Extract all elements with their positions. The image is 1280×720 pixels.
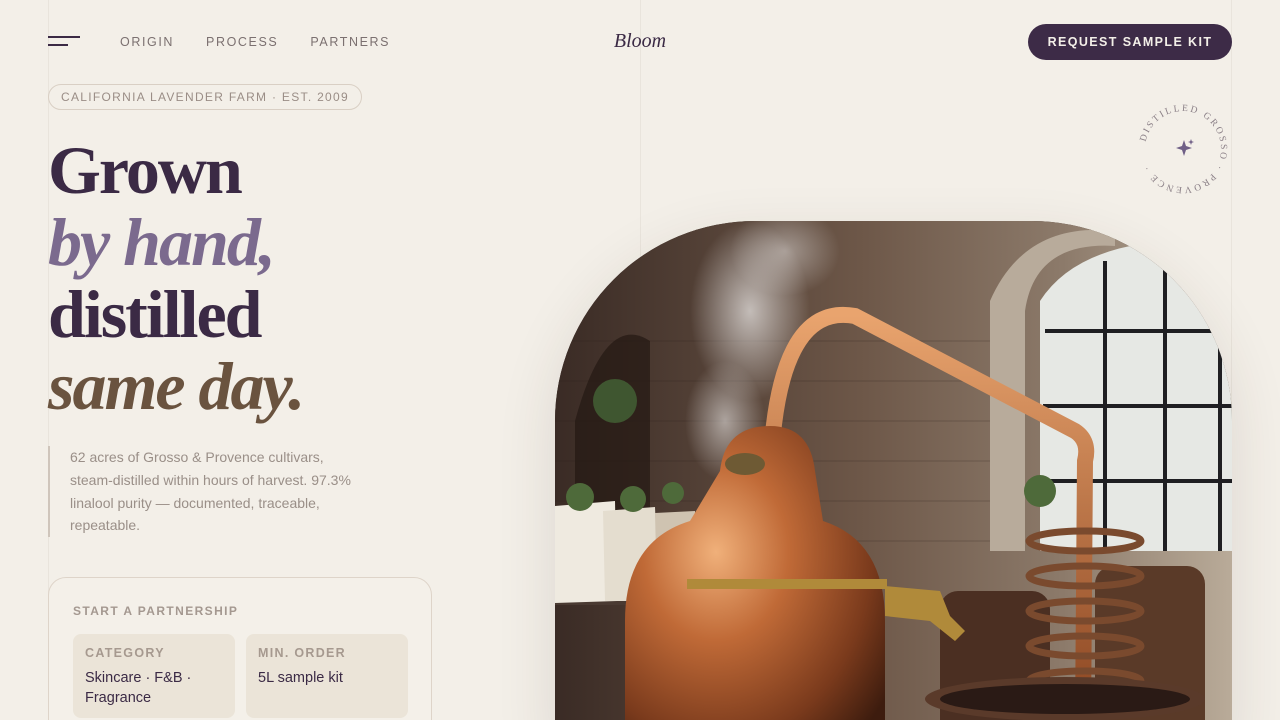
category-field[interactable]: CATEGORY Skincare · F&B · Fragrance xyxy=(73,634,235,718)
headline-line-2: by hand, xyxy=(48,204,276,280)
category-value: Skincare · F&B · Fragrance xyxy=(85,670,192,706)
min-order-label: MIN. ORDER xyxy=(258,646,346,660)
site-header: ORIGIN PROCESS PARTNERS Bloom REQUEST SA… xyxy=(0,0,1280,84)
partnership-card: START A PARTNERSHIP CATEGORY Skincare · … xyxy=(48,577,432,720)
sparkle-icon xyxy=(1176,139,1194,156)
category-label: CATEGORY xyxy=(85,646,165,660)
hero-image xyxy=(555,221,1232,720)
copper-still-photo xyxy=(555,221,1232,720)
min-order-value: 5L sample kit xyxy=(258,670,343,686)
min-order-field[interactable]: MIN. ORDER 5L sample kit xyxy=(246,634,408,718)
headline-line-1: Grown xyxy=(48,132,243,208)
partnership-title: START A PARTNERSHIP xyxy=(73,604,239,618)
circular-badge: DISTILLED GROSSO · PROVENCE · xyxy=(1136,102,1230,196)
hero-headline: Grown by hand, distilled same day. xyxy=(48,132,305,424)
hero-description: 62 acres of Grosso & Provence cultivars,… xyxy=(48,446,368,538)
headline-line-3: distilled xyxy=(48,276,263,352)
request-sample-kit-button[interactable]: REQUEST SAMPLE KIT xyxy=(1028,24,1232,60)
eyebrow-badge: CALIFORNIA LAVENDER FARM · EST. 2009 xyxy=(48,84,362,110)
headline-line-4: same day. xyxy=(48,348,305,424)
